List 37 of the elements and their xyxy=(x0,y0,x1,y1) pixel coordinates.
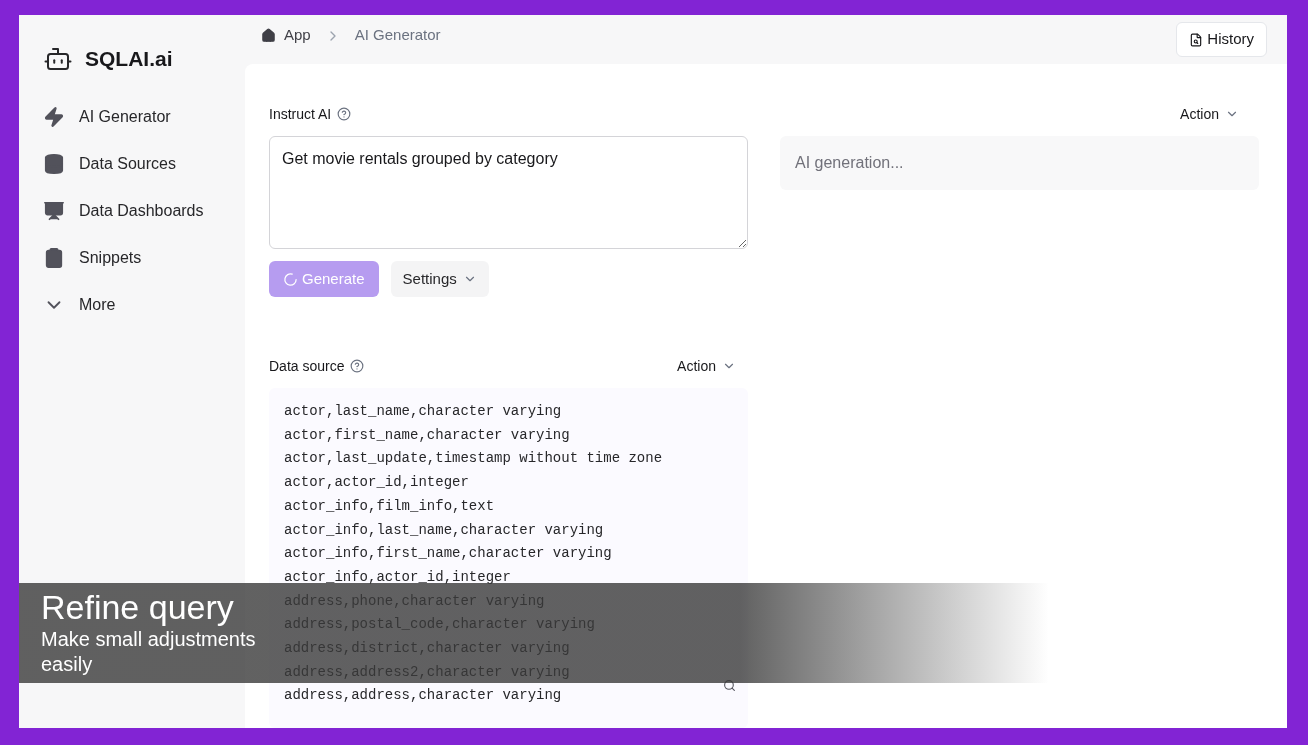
spinner-icon xyxy=(283,271,298,287)
field-label: Instruct AI xyxy=(269,104,332,124)
code-line: address,address,character varying xyxy=(284,686,562,706)
caption-title: Refine query xyxy=(41,587,234,627)
sidebar-item[interactable]: Snippets xyxy=(43,241,245,274)
brand-name: SQLAI.ai xyxy=(85,46,173,72)
code-line: actor_info,actor_id,integer xyxy=(284,567,511,587)
help-icon xyxy=(337,107,352,121)
sidebar-item[interactable]: Data Sources xyxy=(43,147,245,180)
instruction-input[interactable]: Get movie rentals grouped by category xyxy=(269,136,748,249)
settings-button[interactable]: Settings xyxy=(390,261,489,297)
database-icon xyxy=(43,152,65,175)
breadcrumb-link[interactable]: App xyxy=(284,24,311,47)
easel-chart-icon xyxy=(43,199,65,222)
action-dropdown[interactable]: Action xyxy=(677,355,736,377)
code-line: actor,actor_id,integer xyxy=(284,473,469,493)
code-line: actor_info,first_name,character varying xyxy=(284,544,612,564)
document-search-icon xyxy=(1189,32,1204,47)
clipboard-icon xyxy=(43,246,65,269)
caption-subtitle: Make small adjustments easily xyxy=(41,627,257,677)
code-line: actor,first_name,character varying xyxy=(284,425,570,445)
zoom-icon xyxy=(723,679,736,692)
sidebar-item[interactable]: AI Generator xyxy=(43,100,245,133)
code-line: actor_info,last_name,character varying xyxy=(284,520,604,540)
sidebar-item[interactable]: More xyxy=(43,288,245,321)
history-button[interactable]: History xyxy=(1176,22,1267,57)
code-line: actor_info,film_info,text xyxy=(284,496,495,516)
field-label: Data source xyxy=(269,356,345,376)
ai-output-field[interactable]: AI generation... xyxy=(780,136,1259,190)
bolt-icon xyxy=(43,105,65,128)
sidebar-item[interactable]: Data Dashboards xyxy=(43,194,245,227)
home-icon xyxy=(261,28,276,43)
breadcrumb-link[interactable]: AI Generator xyxy=(354,24,441,47)
help-icon xyxy=(350,359,365,373)
code-line: actor,last_update,timestamp without time zone xyxy=(284,449,663,469)
action-dropdown[interactable]: Action xyxy=(1180,104,1239,124)
code-line: actor,last_name,character varying xyxy=(284,402,562,421)
